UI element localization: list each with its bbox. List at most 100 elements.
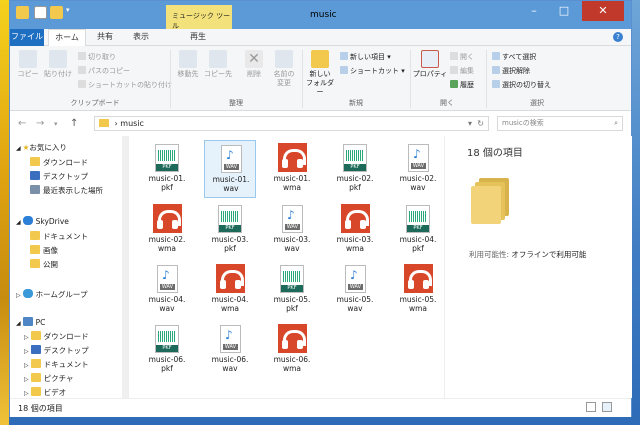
history-button[interactable]: 履歴 [450,80,474,90]
properties-button[interactable]: プロパティ [412,50,448,79]
properties-quick-icon[interactable] [34,6,47,19]
file-item[interactable]: music-06. wma [266,321,318,379]
open-label: 開く [460,53,474,61]
expand-arrow-icon[interactable]: ▷ [24,390,29,397]
up-arrow-icon[interactable]: ↑ [70,118,78,129]
nav-fav-downloads[interactable]: ダウンロード [30,157,88,168]
recent-dropdown-icon[interactable]: ▾ [54,120,58,128]
rename-label-line1: 名前の [273,70,295,78]
file-item[interactable]: PKF music-06. pkf [141,321,193,379]
help-icon[interactable]: ? [613,32,623,42]
forward-arrow-icon[interactable]: → [36,118,44,129]
large-icons-view-icon[interactable] [602,402,612,412]
tab-view[interactable]: 表示 [126,29,156,45]
nav-pc[interactable]: ◢ PC [16,317,45,327]
paste-button[interactable]: 貼り付け [44,50,72,79]
file-item[interactable]: ♪ WAV music-06. wav [204,321,256,379]
new-folder-quick-icon[interactable] [50,6,63,19]
nav-skydrive[interactable]: ◢ SkyDrive [16,216,69,226]
nav-homegroup[interactable]: ▷ ホームグループ [16,289,87,300]
wav-tag: WAV [348,284,363,290]
copy-path-button[interactable]: パスのコピー [78,66,130,76]
desktop-icon [30,171,40,180]
file-item[interactable]: PKF music-01. pkf [141,140,193,198]
nav-fav-desktop[interactable]: デスクトップ [30,171,88,182]
nav-pc-downloads[interactable]: ▷ ダウンロード [24,331,89,342]
select-all-button[interactable]: すべて選択 [492,52,536,62]
cut-button[interactable]: 切り取り [78,52,116,62]
file-item[interactable]: ♪ WAV music-03. wav [266,201,318,259]
tab-play[interactable]: 再生 [170,29,226,45]
new-folder-button[interactable]: 新しい フォルダー [306,50,334,97]
history-label: 履歴 [460,81,474,89]
nav-sky-public[interactable]: 公開 [30,259,58,270]
nav-sky-pictures[interactable]: 画像 [30,245,58,256]
expand-arrow-icon[interactable]: ▷ [24,348,29,355]
copy-to-icon [209,50,227,68]
new-item-button[interactable]: 新しい項目 ▾ [340,52,391,62]
nav-pc-videos[interactable]: ▷ ビデオ [24,387,66,398]
nav-homegroup-label: ホームグループ [35,290,88,299]
select-all-label: すべて選択 [502,53,537,61]
group-label-clipboard: クリップボード [70,99,120,107]
shortcut-button[interactable]: ショートカット ▾ [340,66,405,76]
expand-arrow-icon[interactable]: ▷ [24,376,29,383]
close-button[interactable]: ✕ [582,1,624,21]
breadcrumb-music[interactable]: music [120,119,144,128]
nav-sky-documents[interactable]: ドキュメント [30,231,88,242]
file-item[interactable]: music-04. wma [204,261,256,319]
file-item[interactable]: PKF music-02. pkf [329,140,381,198]
nav-favorites[interactable]: ◢ ★お気に入り [16,142,67,153]
file-item[interactable]: music-03. wma [329,201,381,259]
quick-access-dropdown-icon[interactable]: ▾ [66,6,74,19]
delete-button[interactable]: ✕ 削除 [240,50,268,79]
nav-pane-scrollbar[interactable] [122,136,128,398]
expand-arrow-icon[interactable]: ▷ [24,362,29,369]
rename-button[interactable]: 名前の 変更 [270,50,298,88]
nav-fav-recent[interactable]: 最近表示した場所 [30,185,103,196]
address-dropdown-icon[interactable]: ▾ [468,117,472,130]
file-item[interactable]: PKF music-04. pkf [392,201,444,259]
expand-arrow-icon[interactable]: ◢ [16,219,21,226]
copy-button[interactable]: コピー [14,50,42,79]
minimize-button[interactable]: – [520,1,548,21]
file-item[interactable]: ♪ WAV music-05. wav [329,261,381,319]
file-item[interactable]: ♪ WAV music-01. wav [204,140,256,198]
expand-arrow-icon[interactable]: ◢ [16,145,21,152]
paste-shortcut-button[interactable]: ショートカットの貼り付け [78,80,172,90]
file-item[interactable]: music-01. wma [266,140,318,198]
select-none-button[interactable]: 選択解除 [492,66,530,76]
headphones-icon [278,143,307,172]
nav-favorites-label: お気に入り [29,143,67,152]
maximize-button[interactable]: □ [550,1,578,21]
tab-share[interactable]: 共有 [90,29,120,45]
details-view-icon[interactable] [586,402,596,412]
tab-home[interactable]: ホーム [48,29,86,46]
file-item[interactable]: PKF music-03. pkf [204,201,256,259]
window-title: music [310,10,337,20]
edit-button[interactable]: 編集 [450,66,474,76]
search-icon[interactable]: ⌕ [614,117,618,130]
invert-selection-button[interactable]: 選択の切り替え [492,80,551,90]
search-input[interactable]: musicの検索 ⌕ [497,116,623,131]
copy-to-button[interactable]: コピー先 [204,50,232,79]
nav-pc-documents[interactable]: ▷ ドキュメント [24,359,89,370]
address-box[interactable]: › music ▾ ↻ [94,116,489,131]
back-arrow-icon[interactable]: ← [18,118,26,129]
pkf-file-icon: PKF [155,325,179,353]
group-label-new: 新規 [349,99,363,107]
open-button[interactable]: 開く [450,52,474,62]
file-item[interactable]: music-05. wma [392,261,444,319]
expand-arrow-icon[interactable]: ▷ [24,334,29,341]
expand-arrow-icon[interactable]: ▷ [16,292,21,299]
nav-pc-pictures[interactable]: ▷ ピクチャ [24,373,74,384]
nav-pc-desktop[interactable]: ▷ デスクトップ [24,345,89,356]
file-item[interactable]: PKF music-05. pkf [266,261,318,319]
refresh-icon[interactable]: ↻ [477,117,484,130]
file-item[interactable]: ♪ WAV music-02. wav [392,140,444,198]
folder-icon [99,119,109,127]
file-item[interactable]: ♪ WAV music-04. wav [141,261,193,319]
move-to-button[interactable]: 移動先 [174,50,202,79]
expand-arrow-icon[interactable]: ◢ [16,320,21,327]
file-item[interactable]: music-02. wma [141,201,193,259]
